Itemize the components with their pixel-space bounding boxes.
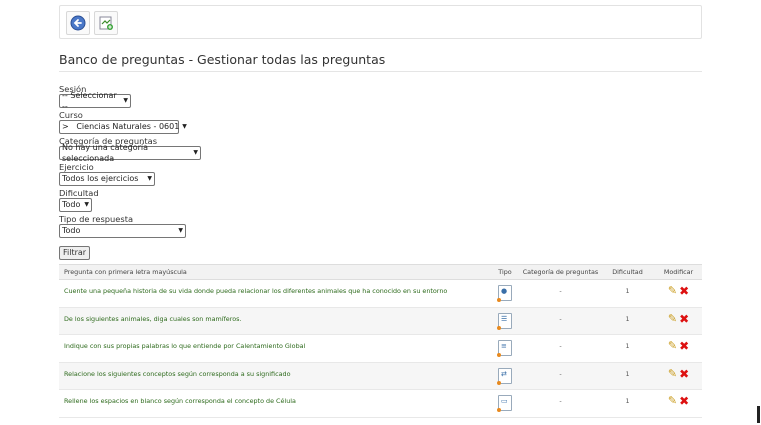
question-text[interactable]: De los siguientes animales, diga cuales … <box>59 307 489 335</box>
add-question-icon[interactable] <box>94 11 118 35</box>
filter-button[interactable]: Filtrar <box>59 246 91 260</box>
header-category[interactable]: Categoría de preguntas <box>521 264 600 280</box>
question-text[interactable]: Rellene los espacios en blanco según cor… <box>59 389 489 418</box>
session-select[interactable]: -- Seleccionar -- ▼ <box>59 91 131 111</box>
difficulty-select-value: Todo <box>62 200 81 210</box>
open-answer-icon: ● <box>497 285 512 302</box>
chevron-down-icon: ▼ <box>84 201 89 209</box>
header-type[interactable]: Tipo <box>489 264 521 280</box>
table-header-row: Pregunta con primera letra mayúscula Tip… <box>59 264 702 280</box>
matching-icon: ⇄ <box>497 367 512 385</box>
back-arrow-icon[interactable] <box>66 11 90 35</box>
question-difficulty: 1 <box>600 389 655 418</box>
delete-icon[interactable]: ✖ <box>679 395 689 407</box>
chevron-down-icon: ▼ <box>123 97 128 105</box>
table-row: Relacione los siguientes conceptos según… <box>59 362 702 390</box>
text-cursor-icon <box>757 406 760 423</box>
question-category: - <box>521 389 600 418</box>
header-difficulty[interactable]: Dificultad <box>600 264 655 280</box>
answer-type-label: Tipo de respuesta <box>59 214 134 224</box>
delete-icon[interactable]: ✖ <box>679 285 689 297</box>
answer-type-select[interactable]: Todo ▼ <box>59 224 186 238</box>
question-category: - <box>521 334 600 363</box>
question-difficulty: 1 <box>600 334 655 363</box>
table-row: Indique con sus propias palabras lo que … <box>59 334 702 363</box>
filter-form: Sesión -- Seleccionar -- ▼ Curso > Cienci… <box>59 83 459 260</box>
chevron-down-icon: ▼ <box>182 123 187 131</box>
question-text[interactable]: Relacione los siguientes conceptos según… <box>59 362 489 390</box>
free-answer-icon: ≡ <box>497 340 512 357</box>
table-row: Cuente una pequeña historia de su vida d… <box>59 279 702 308</box>
category-select-value: No hay una categoría seleccionada <box>62 142 149 163</box>
question-difficulty: 1 <box>600 279 655 308</box>
session-select-value: -- Seleccionar -- <box>62 90 117 111</box>
chevron-down-icon: ▼ <box>147 175 152 183</box>
toolbar <box>59 5 702 39</box>
question-category: - <box>521 362 600 390</box>
edit-icon[interactable]: ✎ <box>668 312 677 325</box>
multiple-answer-icon: ☰ <box>497 312 512 330</box>
answer-type-select-value: Todo <box>62 226 81 236</box>
question-difficulty: 1 <box>600 307 655 335</box>
difficulty-select[interactable]: Todo ▼ <box>59 198 92 212</box>
question-difficulty: 1 <box>600 362 655 390</box>
table-row: Rellene los espacios en blanco según cor… <box>59 389 702 418</box>
edit-icon[interactable]: ✎ <box>668 367 677 380</box>
chevron-down-icon: ▼ <box>193 149 198 157</box>
delete-icon[interactable]: ✖ <box>679 368 689 380</box>
question-text[interactable]: Cuente una pequeña historia de su vida d… <box>59 279 489 308</box>
header-question[interactable]: Pregunta con primera letra mayúscula <box>59 264 489 280</box>
question-category: - <box>521 279 600 308</box>
header-modify: Modificar <box>655 264 702 280</box>
delete-icon[interactable]: ✖ <box>679 340 689 352</box>
exercise-select[interactable]: Todos los ejercicios ▼ <box>59 172 155 186</box>
delete-icon[interactable]: ✖ <box>679 313 689 325</box>
category-select[interactable]: No hay una categoría seleccionada ▼ <box>59 143 201 163</box>
difficulty-label: Dificultad <box>59 188 99 198</box>
chevron-down-icon: ▼ <box>178 227 183 235</box>
fill-blanks-icon: ▭ <box>497 395 512 412</box>
edit-icon[interactable]: ✎ <box>668 340 677 352</box>
exercise-select-value: Todos los ejercicios <box>62 174 139 184</box>
course-select-value: > Ciencias Naturales - 0601 <box>62 122 180 132</box>
question-text[interactable]: Indique con sus propias palabras lo que … <box>59 334 489 363</box>
course-select[interactable]: > Ciencias Naturales - 0601 ▼ <box>59 120 187 134</box>
question-category: - <box>521 307 600 335</box>
edit-icon[interactable]: ✎ <box>668 395 677 407</box>
page-title: Banco de preguntas - Gestionar todas las… <box>59 52 386 67</box>
questions-table: Pregunta con primera letra mayúscula Tip… <box>59 264 702 418</box>
title-divider <box>59 71 702 72</box>
table-row: De los siguientes animales, diga cuales … <box>59 307 702 335</box>
edit-icon[interactable]: ✎ <box>668 285 677 297</box>
